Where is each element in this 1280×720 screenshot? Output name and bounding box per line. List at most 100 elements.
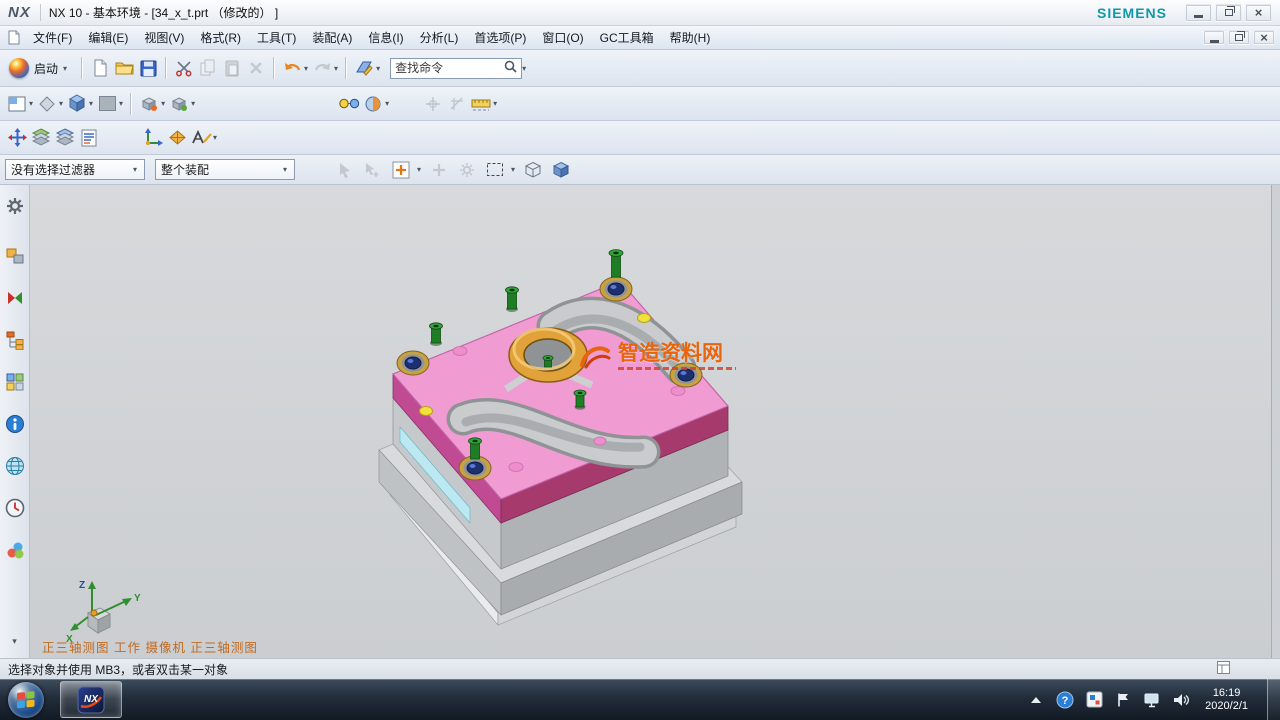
annotation-button[interactable] bbox=[189, 125, 213, 151]
history-icon[interactable] bbox=[2, 495, 28, 521]
chevron-down-icon[interactable]: ▾ bbox=[191, 99, 195, 108]
chevron-down-icon[interactable]: ▾ bbox=[304, 64, 308, 73]
locating-ring[interactable] bbox=[509, 328, 587, 382]
chevron-down-icon[interactable]: ▾ bbox=[511, 165, 515, 174]
assembly-constraints-button[interactable] bbox=[29, 125, 53, 151]
menu-file[interactable]: 文件(F) bbox=[25, 26, 80, 49]
web-browser-icon[interactable] bbox=[2, 453, 28, 479]
chevron-down-icon[interactable]: ▾ bbox=[385, 99, 389, 108]
restore-button[interactable] bbox=[1215, 4, 1242, 22]
menu-format[interactable]: 格式(R) bbox=[192, 26, 249, 49]
shaded-cube-button[interactable] bbox=[549, 157, 573, 183]
ime-tray-icon[interactable] bbox=[1085, 691, 1103, 709]
snap-settings-gear-icon[interactable] bbox=[455, 157, 479, 183]
wcs-dynamics-button[interactable] bbox=[141, 125, 165, 151]
cap-screw[interactable] bbox=[430, 323, 443, 346]
cap-screw[interactable] bbox=[574, 390, 586, 410]
chevron-down-icon[interactable]: ▾ bbox=[417, 165, 421, 174]
start-menu-button[interactable]: 启动 ▾ bbox=[5, 56, 76, 80]
add-snap-button[interactable] bbox=[427, 157, 451, 183]
screen-layout-button[interactable] bbox=[5, 91, 29, 117]
window-grid-icon[interactable] bbox=[1217, 661, 1230, 677]
assembly-navigator-icon[interactable] bbox=[2, 243, 28, 269]
chevron-down-icon[interactable]: ▾ bbox=[59, 99, 63, 108]
chevron-down-icon[interactable]: ▾ bbox=[89, 99, 93, 108]
background-button[interactable] bbox=[95, 91, 119, 117]
search-icon[interactable] bbox=[504, 60, 517, 76]
menu-edit[interactable]: 编辑(E) bbox=[80, 26, 136, 49]
cad-model[interactable] bbox=[348, 231, 768, 641]
child-minimize-button[interactable] bbox=[1203, 30, 1225, 45]
chevron-down-icon[interactable]: ▾ bbox=[213, 133, 217, 142]
rectangle-select-button[interactable] bbox=[483, 157, 507, 183]
new-file-button[interactable] bbox=[88, 55, 112, 81]
layer-settings-button[interactable] bbox=[53, 125, 77, 151]
close-button[interactable]: × bbox=[1245, 4, 1272, 22]
hidden-icons-chevron[interactable] bbox=[1027, 691, 1045, 709]
network-tray-icon[interactable] bbox=[1143, 691, 1161, 709]
document-icon[interactable] bbox=[7, 30, 21, 45]
menu-assemblies[interactable]: 装配(A) bbox=[304, 26, 360, 49]
orient-view-button[interactable] bbox=[137, 91, 161, 117]
intersection-snap-button[interactable] bbox=[445, 91, 469, 117]
chevron-down-icon[interactable]: ▾ bbox=[522, 64, 526, 73]
command-finder-input[interactable] bbox=[395, 61, 501, 75]
guide-bushing[interactable] bbox=[600, 277, 632, 301]
move-component-button[interactable] bbox=[5, 125, 29, 151]
process-studio-icon[interactable] bbox=[2, 537, 28, 563]
volume-tray-icon[interactable] bbox=[1172, 691, 1190, 709]
datum-csys-button[interactable] bbox=[165, 125, 189, 151]
cap-screw[interactable] bbox=[469, 438, 482, 459]
roles-gear-icon[interactable] bbox=[2, 193, 28, 219]
orient-wcs-button[interactable] bbox=[167, 91, 191, 117]
menu-tools[interactable]: 工具(T) bbox=[249, 26, 304, 49]
open-file-button[interactable] bbox=[112, 55, 136, 81]
cap-screw[interactable] bbox=[506, 287, 519, 312]
chevron-down-icon[interactable]: ▾ bbox=[119, 99, 123, 108]
snap-point-button[interactable] bbox=[421, 91, 445, 117]
select-add-button[interactable] bbox=[361, 157, 385, 183]
select-cursor-button[interactable] bbox=[333, 157, 357, 183]
taskbar-nx-app-button[interactable]: NX bbox=[60, 681, 122, 718]
child-restore-button[interactable] bbox=[1228, 30, 1250, 45]
save-button[interactable] bbox=[136, 55, 160, 81]
touch-mode-button[interactable] bbox=[352, 55, 376, 81]
menu-help[interactable]: 帮助(H) bbox=[662, 26, 719, 49]
resource-bar-expand-chevron[interactable]: ▾ bbox=[2, 628, 28, 654]
graphics-window[interactable]: 智造资料网 Z Y X bbox=[30, 185, 1280, 658]
cut-button[interactable] bbox=[172, 55, 196, 81]
start-orb-button[interactable] bbox=[8, 682, 44, 718]
child-close-button[interactable]: × bbox=[1253, 30, 1275, 45]
paste-button[interactable] bbox=[220, 55, 244, 81]
minimize-button[interactable] bbox=[1185, 4, 1212, 22]
cap-screw[interactable] bbox=[543, 356, 553, 368]
reuse-library-icon[interactable] bbox=[2, 369, 28, 395]
chevron-down-icon[interactable]: ▾ bbox=[376, 64, 380, 73]
action-center-flag-icon[interactable] bbox=[1114, 691, 1132, 709]
face-style-button[interactable] bbox=[35, 91, 59, 117]
undo-button[interactable] bbox=[280, 55, 304, 81]
view-triad[interactable]: Z Y X bbox=[64, 575, 148, 645]
constraint-navigator-icon[interactable] bbox=[2, 285, 28, 311]
edit-object-display-button[interactable] bbox=[361, 91, 385, 117]
selection-filter-select[interactable]: 没有选择过滤器 ▾ bbox=[5, 159, 145, 180]
menu-window[interactable]: 窗口(O) bbox=[534, 26, 591, 49]
hd3d-tools-icon[interactable] bbox=[2, 411, 28, 437]
show-hide-button[interactable] bbox=[337, 91, 361, 117]
taskbar-clock[interactable]: 16:19 2020/2/1 bbox=[1205, 687, 1248, 713]
chevron-down-icon[interactable]: ▾ bbox=[334, 64, 338, 73]
part-navigator-icon[interactable] bbox=[2, 327, 28, 353]
copy-button[interactable] bbox=[196, 55, 220, 81]
menu-view[interactable]: 视图(V) bbox=[136, 26, 192, 49]
guide-bushing[interactable] bbox=[459, 456, 491, 480]
highlight-snap-button[interactable] bbox=[389, 157, 413, 183]
show-desktop-button[interactable] bbox=[1267, 679, 1280, 720]
guide-bushing[interactable] bbox=[397, 351, 429, 375]
selection-scope-select[interactable]: 整个装配 ▾ bbox=[155, 159, 295, 180]
menu-information[interactable]: 信息(I) bbox=[360, 26, 411, 49]
menu-gc-toolbox[interactable]: GC工具箱 bbox=[592, 26, 662, 49]
rendering-style-button[interactable] bbox=[65, 91, 89, 117]
menu-analysis[interactable]: 分析(L) bbox=[412, 26, 467, 49]
menu-preferences[interactable]: 首选项(P) bbox=[466, 26, 534, 49]
cap-screw[interactable] bbox=[609, 250, 623, 277]
